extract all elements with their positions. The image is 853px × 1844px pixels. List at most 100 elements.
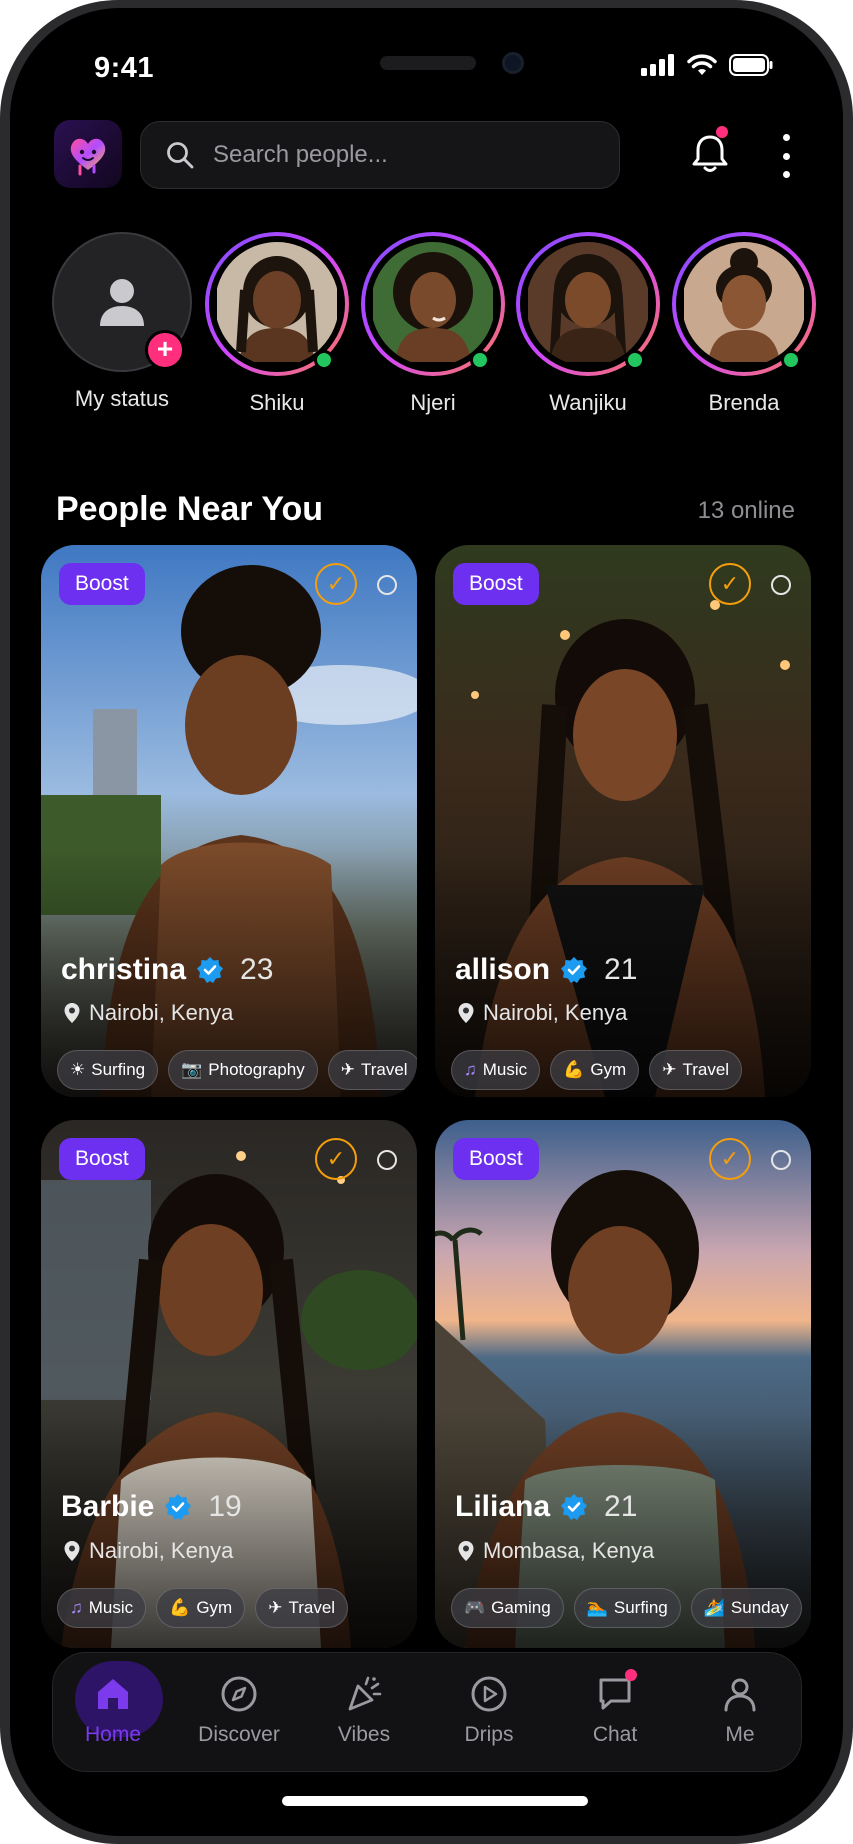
story-name: Brenda [708, 390, 780, 415]
profile-name: allison [455, 953, 551, 986]
interest-tag[interactable]: 💪 Gym [156, 1588, 246, 1628]
select-radio[interactable] [771, 575, 791, 595]
online-indicator [470, 350, 490, 370]
story-name: My status [74, 386, 170, 411]
boost-badge: Boost [59, 563, 145, 605]
story-wanjiku[interactable]: Wanjiku [513, 232, 663, 416]
interest-tags: ♫ Music 💪 Gym ✈ Travel [451, 1050, 743, 1090]
profile-photo [435, 1120, 811, 1648]
profile-card[interactable]: Boost ✓ Barbie 19 Nairobi, Kenya ♫ Music … [41, 1120, 417, 1648]
location-text: Mombasa, Kenya [483, 1538, 655, 1563]
search-icon [167, 142, 194, 169]
bell-icon[interactable] [688, 132, 732, 176]
interest-tag[interactable]: 🏊 Surfing [573, 1588, 681, 1628]
play-circle-icon [466, 1671, 512, 1717]
interest-tag[interactable]: 🏄 Sunday [690, 1588, 802, 1628]
profile-age: 21 [604, 953, 638, 986]
location-text: Nairobi, Kenya [89, 1538, 234, 1563]
interest-tag[interactable]: 📷 Photography [168, 1050, 318, 1090]
story-njeri[interactable]: Njeri [358, 232, 508, 416]
search-placeholder: Search people... [213, 141, 388, 168]
online-indicator [314, 350, 334, 370]
nav-vibes[interactable]: Vibes [304, 1653, 424, 1773]
nav-label: Chat [592, 1723, 638, 1746]
card-name-row: Liliana 21 [455, 1490, 637, 1524]
location-pin-icon [458, 1541, 474, 1561]
location-pin-icon [64, 1541, 80, 1561]
interest-tags: 🎮 Gaming 🏊 Surfing 🏄 Sunday [451, 1588, 802, 1628]
nav-drips[interactable]: Drips [429, 1653, 549, 1773]
story-avatar [526, 242, 650, 366]
nav-home[interactable]: Home [53, 1653, 173, 1773]
sun-icon: ☀ [70, 1060, 86, 1079]
check-icon[interactable]: ✓ [709, 563, 751, 605]
muscle-icon: 💪 [169, 1598, 191, 1617]
profile-card[interactable]: Boost ✓ allison 21 Nairobi, Kenya ♫ Music… [435, 545, 811, 1097]
interest-tag[interactable]: ♫ Music [57, 1588, 147, 1628]
phone-bezel: 9:41 Search people... + My status Shiku … [10, 8, 843, 1836]
profile-name: Barbie [61, 1490, 155, 1523]
more-vertical-icon[interactable] [778, 134, 794, 178]
nav-discover[interactable]: Discover [179, 1653, 299, 1773]
select-radio[interactable] [771, 1150, 791, 1170]
story-my-status[interactable]: + My status [47, 232, 197, 412]
interest-tag[interactable]: ✈ Travel [255, 1588, 349, 1628]
profile-card[interactable]: Boost ✓ Liliana 21 Mombasa, Kenya 🎮 Gamin… [435, 1120, 811, 1648]
check-icon[interactable]: ✓ [315, 563, 357, 605]
app-logo[interactable] [54, 120, 122, 188]
chat-unread-dot [625, 1669, 637, 1681]
check-icon[interactable]: ✓ [315, 1138, 357, 1180]
user-icon [717, 1671, 763, 1717]
section-title: People Near You [56, 490, 324, 528]
nav-me[interactable]: Me [680, 1653, 800, 1773]
interest-tag[interactable]: ☀ Surfing [57, 1050, 159, 1090]
story-name: Shiku [249, 390, 305, 415]
status-icons [641, 54, 773, 76]
card-name-row: allison 21 [455, 953, 637, 987]
select-radio[interactable] [377, 575, 397, 595]
interest-tag[interactable]: 💪 Gym [550, 1050, 640, 1090]
nav-label: Discover [198, 1723, 280, 1746]
profile-card[interactable]: Boost ✓ christina 23 Nairobi, Kenya ☀ Sur… [41, 545, 417, 1097]
profile-age: 21 [604, 1490, 638, 1523]
airplane-icon: ✈ [268, 1598, 283, 1617]
phone-frame: 9:41 Search people... + My status Shiku … [0, 0, 853, 1844]
airplane-icon: ✈ [662, 1060, 677, 1079]
home-indicator[interactable] [282, 1796, 588, 1806]
signal-icon [641, 54, 674, 76]
verified-icon [165, 1494, 192, 1520]
search-input[interactable]: Search people... [140, 121, 620, 189]
add-status-button[interactable]: + [145, 330, 185, 370]
card-location: Mombasa, Kenya [457, 1538, 654, 1564]
interest-tag[interactable]: ♫ Music [451, 1050, 541, 1090]
gamepad-icon: 🎮 [464, 1598, 486, 1617]
home-icon [90, 1671, 136, 1717]
bottom-nav: Home Discover Vibes Drips Chat Me [52, 1652, 802, 1772]
profile-photo [41, 1120, 417, 1648]
card-location: Nairobi, Kenya [63, 1538, 233, 1564]
story-avatar [371, 242, 495, 366]
nav-chat[interactable]: Chat [555, 1653, 675, 1773]
card-name-row: christina 23 [61, 953, 273, 987]
speaker-grille [380, 56, 476, 70]
check-icon[interactable]: ✓ [709, 1138, 751, 1180]
location-pin-icon [458, 1003, 474, 1023]
battery-icon [729, 54, 773, 76]
verified-icon [561, 957, 588, 983]
wifi-icon [687, 54, 717, 75]
nav-label: Vibes [337, 1723, 391, 1746]
heart-logo-icon [70, 138, 106, 176]
select-radio[interactable] [377, 1150, 397, 1170]
profile-age: 19 [208, 1490, 242, 1523]
front-camera [502, 52, 524, 74]
interest-tag[interactable]: ✈ Travel [327, 1050, 417, 1090]
interest-tag[interactable]: ✈ Travel [649, 1050, 743, 1090]
online-indicator [625, 350, 645, 370]
story-brenda[interactable]: Brenda [669, 232, 819, 416]
swimmer-icon: 🏊 [586, 1598, 608, 1617]
story-shiku[interactable]: Shiku [202, 232, 352, 416]
interest-tag[interactable]: 🎮 Gaming [451, 1588, 564, 1628]
online-indicator [781, 350, 801, 370]
boost-badge: Boost [59, 1138, 145, 1180]
interest-tags: ♫ Music 💪 Gym ✈ Travel [57, 1588, 349, 1628]
